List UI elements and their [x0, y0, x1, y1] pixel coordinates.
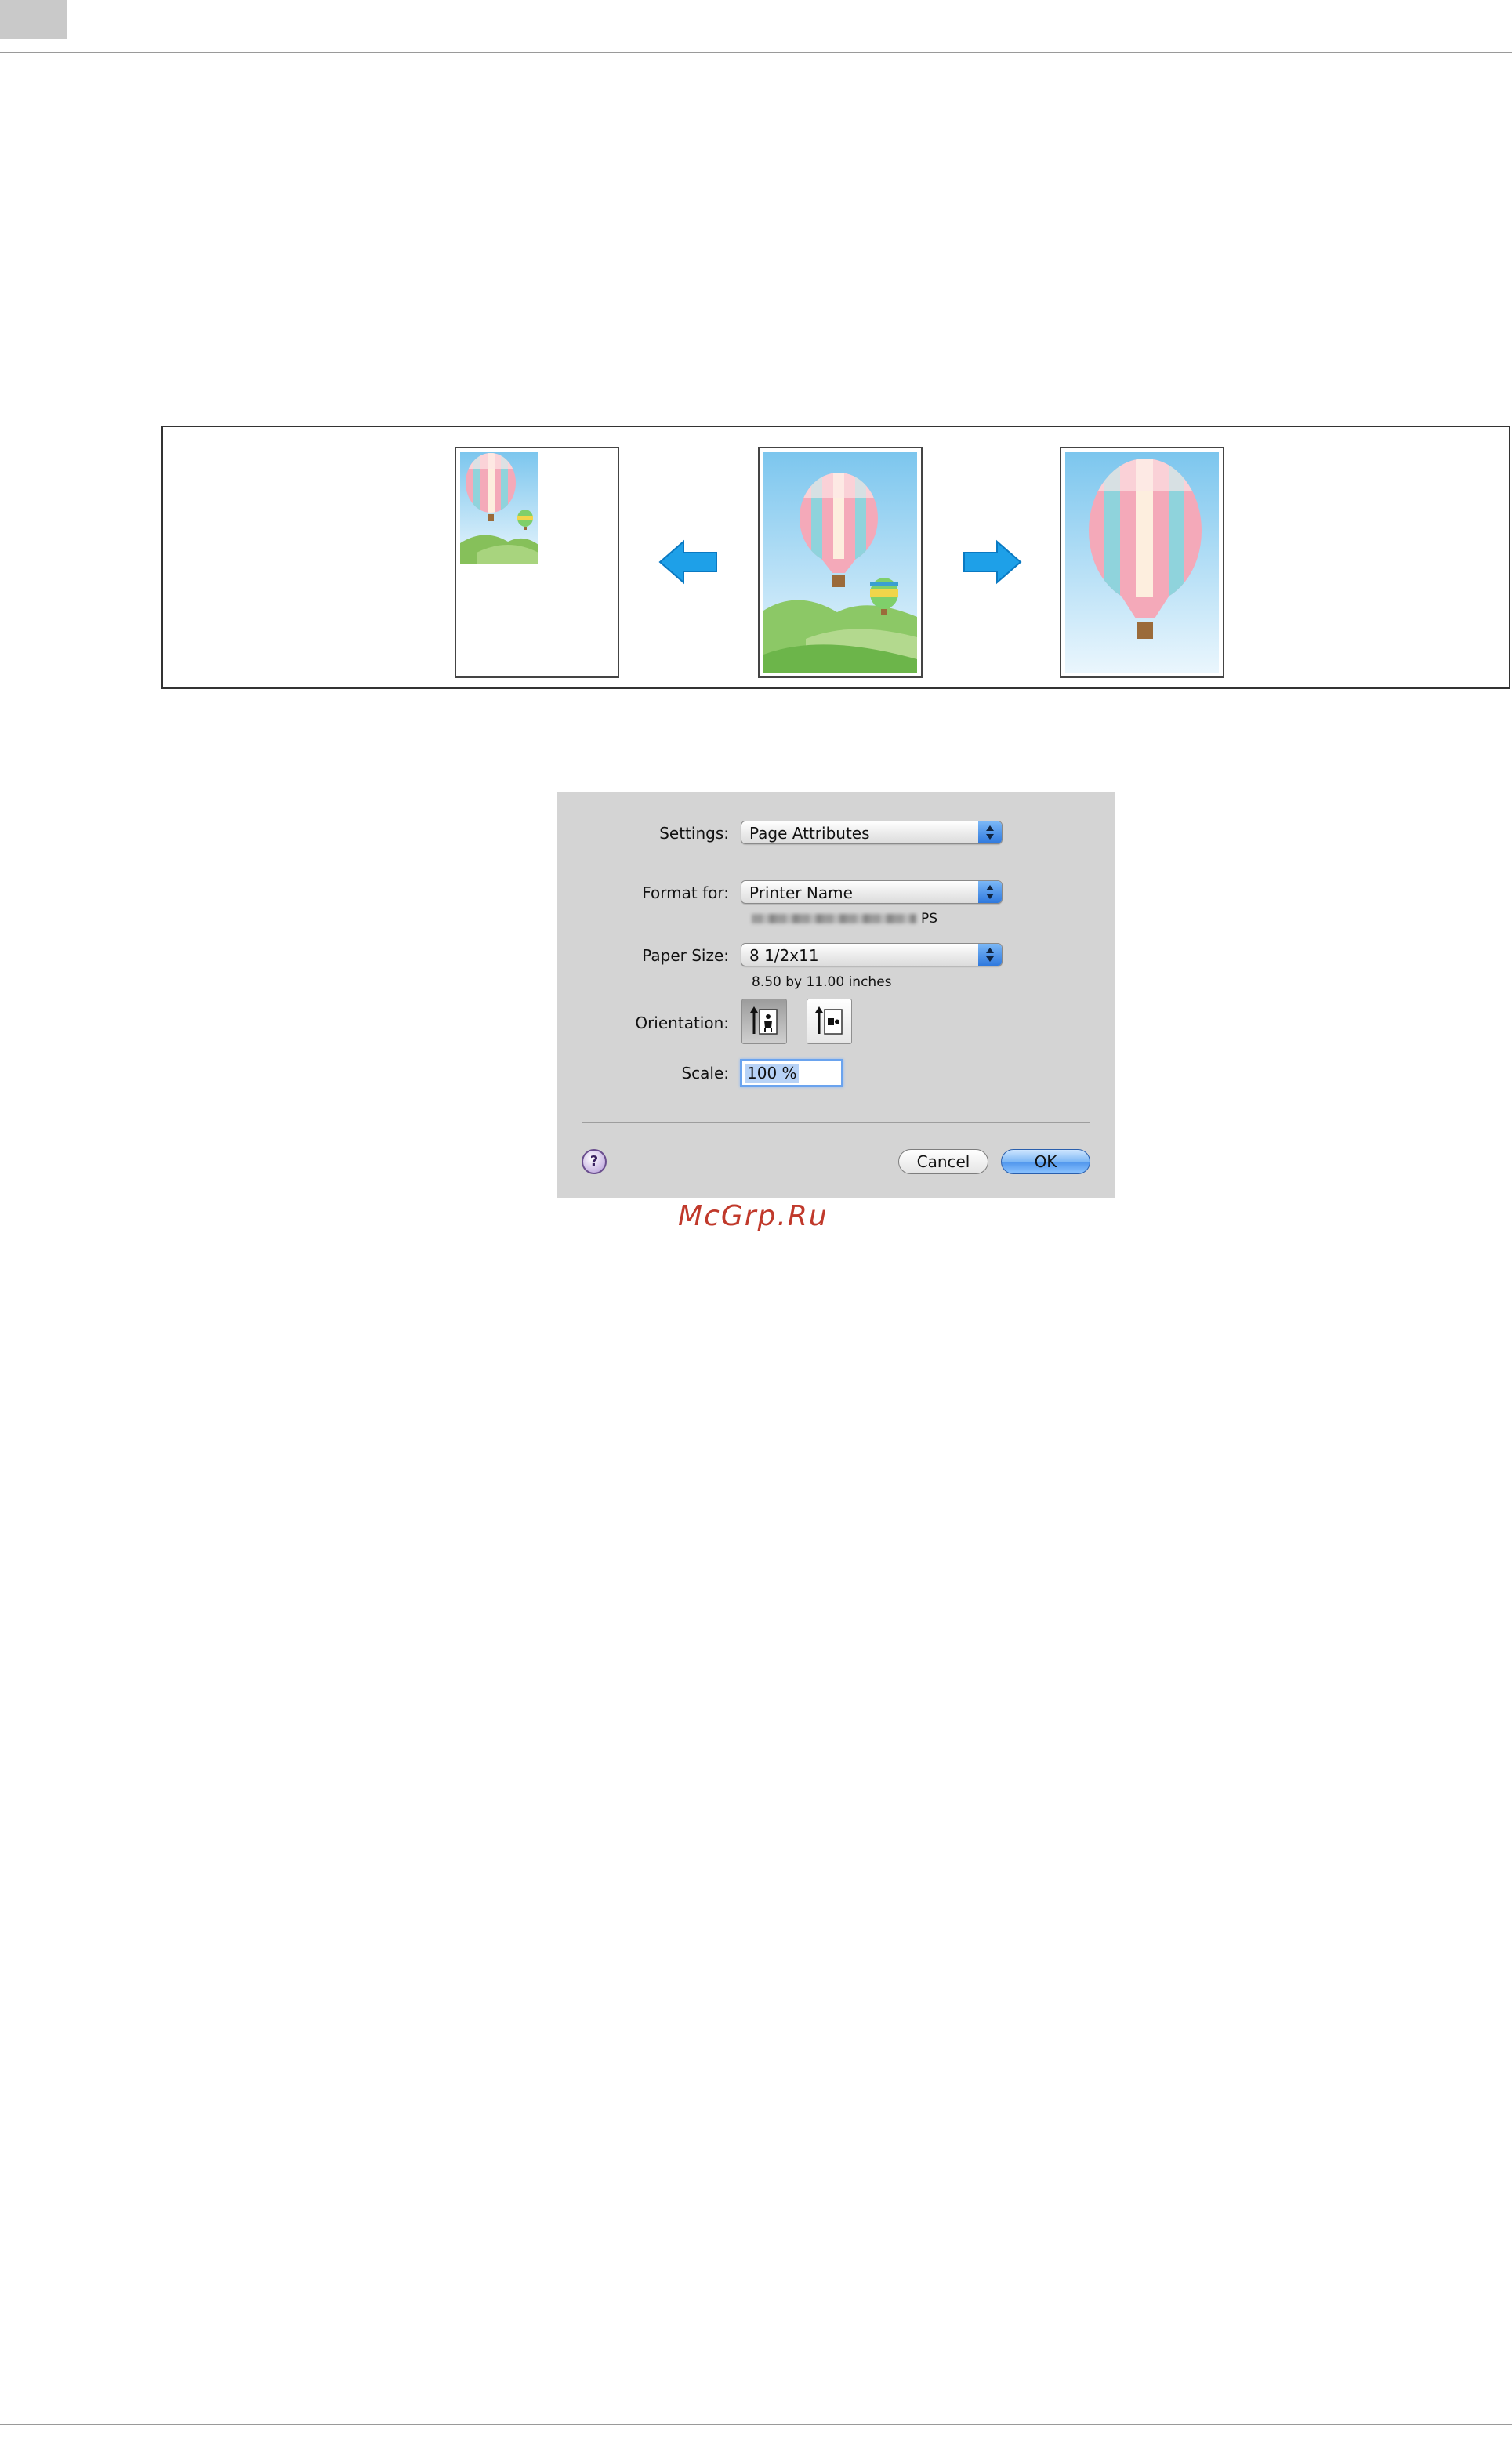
- watermark: McGrp.Ru: [678, 1200, 829, 1232]
- reduced-page: [455, 447, 619, 678]
- scaling-illustration-art: [455, 447, 1224, 678]
- scale-input[interactable]: 100 %: [740, 1059, 843, 1087]
- paper-dimensions: 8.50 by 11.00 inches: [752, 974, 892, 990]
- reduce-arrow-icon: [658, 539, 717, 585]
- settings-popup[interactable]: Page Attributes: [741, 821, 1003, 844]
- orientation-landscape-button[interactable]: [807, 999, 852, 1044]
- printer-driver-info: PS: [752, 911, 937, 927]
- cancel-button[interactable]: Cancel: [898, 1149, 988, 1174]
- driver-suffix: PS: [921, 911, 938, 927]
- format-for-label: Format for:: [642, 883, 729, 902]
- page-corner-tab: [0, 0, 67, 39]
- orientation-portrait-button[interactable]: [741, 999, 787, 1044]
- paper-size-label: Paper Size:: [642, 946, 729, 965]
- paper-size-popup[interactable]: 8 1/2x11: [741, 943, 1003, 966]
- format-for-popup[interactable]: Printer Name: [741, 880, 1003, 904]
- popup-stepper-icon: [978, 944, 1002, 966]
- header-rule: [0, 52, 1512, 53]
- format-for-value: Printer Name: [749, 883, 853, 902]
- portrait-orientation-icon: [750, 1006, 778, 1035]
- original-page: [758, 447, 923, 678]
- settings-value: Page Attributes: [749, 824, 870, 843]
- ok-button[interactable]: OK: [1001, 1149, 1090, 1174]
- landscape-orientation-icon: [815, 1006, 843, 1035]
- settings-label: Settings:: [659, 824, 729, 843]
- scaling-illustration: [161, 426, 1510, 689]
- page-setup-dialog: Settings: Page Attributes Format for: Pr…: [557, 792, 1115, 1198]
- help-button[interactable]: ?: [582, 1149, 607, 1174]
- scale-value: 100 %: [745, 1064, 799, 1083]
- scale-label: Scale:: [681, 1064, 729, 1083]
- paper-size-value: 8 1/2x11: [749, 946, 819, 965]
- popup-stepper-icon: [978, 821, 1002, 843]
- popup-stepper-icon: [978, 881, 1002, 903]
- enlarge-arrow-icon: [963, 539, 1022, 585]
- orientation-label: Orientation:: [635, 1014, 729, 1032]
- enlarged-page: [1060, 447, 1224, 678]
- blurred-printer-model: [752, 914, 916, 923]
- dialog-separator: [582, 1122, 1090, 1123]
- footer-rule: [0, 2424, 1512, 2425]
